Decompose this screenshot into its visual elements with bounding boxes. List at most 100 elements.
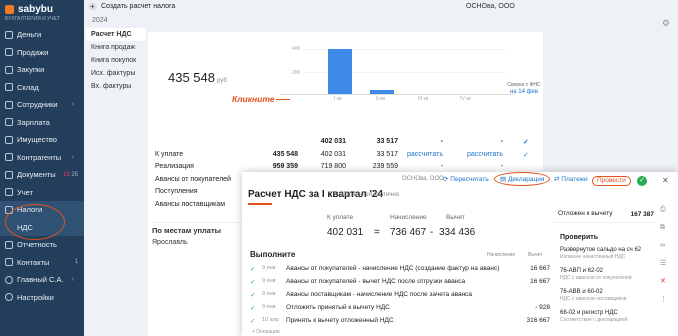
sidebar-item-salary[interactable]: Зарплата	[0, 114, 84, 132]
people-icon	[5, 100, 13, 109]
sidebar-item-label: Настройки	[17, 292, 54, 302]
task-date: 9 янв	[262, 265, 276, 271]
accrual-header: Начисление	[487, 252, 516, 258]
print-icon[interactable]: ⎙	[660, 206, 672, 214]
gear-icon	[5, 293, 13, 302]
deduction-value: 334 436	[439, 227, 476, 238]
document-icon	[5, 170, 13, 179]
dialog-org[interactable]: ОСНОва, ООО	[402, 176, 444, 182]
deduction-header: Вычет	[528, 252, 543, 258]
check-item[interactable]: Развернутое сальдо на сч 62 Излишне начис…	[560, 247, 641, 261]
table-cell: -	[440, 138, 443, 145]
logo[interactable]: sabybu	[0, 0, 84, 15]
subnav-outgoing-invoices[interactable]: Исх. фактуры	[86, 67, 146, 80]
to-pay-label: К уплате	[327, 214, 354, 221]
check-icon: ✓	[250, 279, 256, 286]
y-tick-label: 200	[292, 70, 301, 76]
table-cell: Реализация	[155, 163, 194, 170]
copy-icon[interactable]: ⧉	[660, 224, 672, 232]
sidebar-item-purchases[interactable]: Закупки	[0, 61, 84, 79]
sidebar-item-warehouse[interactable]: Склад	[0, 79, 84, 97]
task-text: Принять к вычету отложенный НДС	[286, 317, 394, 324]
chart-bar	[328, 49, 352, 94]
post-button[interactable]: Провести	[592, 176, 631, 186]
task-text: Авансы от покупателей - вычет НДС после …	[286, 278, 466, 285]
menu-icon[interactable]: ☰	[660, 259, 672, 267]
warehouse-icon	[5, 83, 13, 92]
sidebar-item-sales[interactable]: Продажи	[0, 44, 84, 62]
check-item[interactable]: 76-АВП и 62-02 НДС с авансов от покупател…	[560, 268, 632, 282]
add-operation-button[interactable]: + Операция	[252, 329, 280, 335]
table-cell: 33 517	[376, 138, 398, 145]
table-row[interactable]: 402 031 33 517 - - ✓	[148, 136, 543, 149]
salary-icon	[5, 118, 13, 127]
contractors-icon	[5, 153, 13, 162]
sidebar-item-label: Учет	[17, 187, 34, 197]
sidebar-item-money[interactable]: Деньги	[0, 26, 84, 44]
task-row[interactable]: ✓ 9 янв Отложить принятый к вычету НДС - 92…	[250, 303, 550, 315]
table-cell: Авансы поставщикам	[155, 200, 226, 208]
table-cell[interactable]: рассчитать	[453, 151, 503, 158]
table-cell: 239 559	[372, 163, 398, 170]
recalculate-button[interactable]: ⟳ Пересчитать	[443, 175, 489, 183]
close-icon[interactable]: ✕	[662, 176, 669, 185]
subnav-sales-book[interactable]: Книга продаж	[86, 41, 146, 54]
link-icon[interactable]: ∞	[660, 242, 672, 249]
table-cell: ✓	[523, 139, 529, 146]
more-icon[interactable]: ⋮	[660, 295, 672, 303]
table-cell: 33 517	[376, 150, 398, 158]
annotation-circle	[5, 204, 65, 240]
check-icon: ✓	[250, 292, 256, 299]
gear-icon[interactable]: ⚙	[662, 18, 670, 29]
click-arrow	[276, 96, 290, 100]
delete-icon[interactable]: ✕	[660, 277, 672, 285]
subnav-incoming-invoices[interactable]: Вх. фактуры	[86, 80, 146, 93]
accrual-label: Начисление	[390, 214, 427, 221]
reports-icon	[5, 240, 13, 249]
task-row[interactable]: ✓ 9 янв Авансы поставщикам - начисление НД…	[250, 290, 550, 302]
contacts-badge: 1	[74, 259, 78, 266]
sidebar-item-contacts[interactable]: Контакты 1	[0, 254, 84, 272]
payment-place-city[interactable]: Ярославль	[152, 239, 248, 246]
create-tax-calc-label: Создать расчет налога	[101, 3, 176, 10]
sidebar-item-property[interactable]: Имущество	[0, 131, 84, 149]
task-amount: - 928	[535, 304, 550, 311]
org-name[interactable]: ОСНОва, ООО	[466, 3, 515, 10]
check-item[interactable]: 76-АВВ и 60-02 НДС с авансов поставщиков	[560, 289, 626, 303]
table-cell: 719 800	[320, 163, 346, 170]
check-icon: ✓	[250, 266, 256, 273]
sidebar-item-contractors[interactable]: Контрагенты ›	[0, 149, 84, 167]
task-amount: 316 667	[526, 317, 551, 324]
sidebar-item-label: Продажи	[17, 47, 49, 57]
task-row[interactable]: ✓ 9 янв Авансы от покупателей - начисление…	[250, 264, 550, 276]
table-cell: ✓	[523, 151, 529, 159]
task-row[interactable]: ✓ 9 янв Авансы от покупателей - вычет НДС …	[250, 277, 550, 289]
annotation-circle	[494, 172, 550, 186]
task-text: Отложить принятый к вычету НДС	[286, 304, 390, 311]
payments-button[interactable]: ⇄ Платежи	[554, 175, 588, 183]
sidebar-item-user[interactable]: Главный С.А. ›	[0, 271, 84, 289]
subnav-vat-calc[interactable]: Расчет НДС	[86, 28, 146, 41]
sidebar-item-settings[interactable]: Настройки	[0, 289, 84, 307]
equals-sign: =	[374, 227, 380, 238]
sidebar-item-employees[interactable]: Сотрудники ›	[0, 96, 84, 114]
task-row[interactable]: ✓ 10 апр Принять к вычету отложенный НДС 31…	[250, 316, 550, 328]
sidebar-item-documents[interactable]: Документы 13 25	[0, 166, 84, 184]
subnav: Расчет НДС Книга продаж Книга покупок Ис…	[86, 28, 146, 93]
to-pay-value: 402 031	[327, 227, 364, 238]
task-amount: 16 667	[530, 278, 550, 285]
year-selector[interactable]: 2024	[92, 17, 108, 24]
subnav-purchase-book[interactable]: Книга покупок	[86, 54, 146, 67]
create-tax-calc-button[interactable]: + Создать расчет налога	[88, 2, 175, 11]
dialog-toolbar: ⎙ ⧉ ∞ ☰ ✕ ⋮	[660, 206, 672, 303]
accrual-value: 736 467	[390, 227, 427, 238]
fns-reconcile-link[interactable]: Сверка с ФНС на 14 фев	[502, 82, 546, 96]
check-icon[interactable]: ✓	[637, 176, 647, 186]
check-icon: ✓	[250, 305, 256, 312]
table-row[interactable]: К уплате 435 548 402 031 33 517 рассчитать ра…	[148, 149, 543, 162]
sidebar-item-label: Документы	[17, 170, 56, 180]
table-cell[interactable]: рассчитать	[393, 151, 443, 158]
x-tick-label: II кв	[376, 96, 386, 102]
check-item[interactable]: 68-02 и регистр НДС Соответствие с деклар…	[560, 310, 628, 324]
sidebar-item-accounting[interactable]: Учет	[0, 184, 84, 202]
